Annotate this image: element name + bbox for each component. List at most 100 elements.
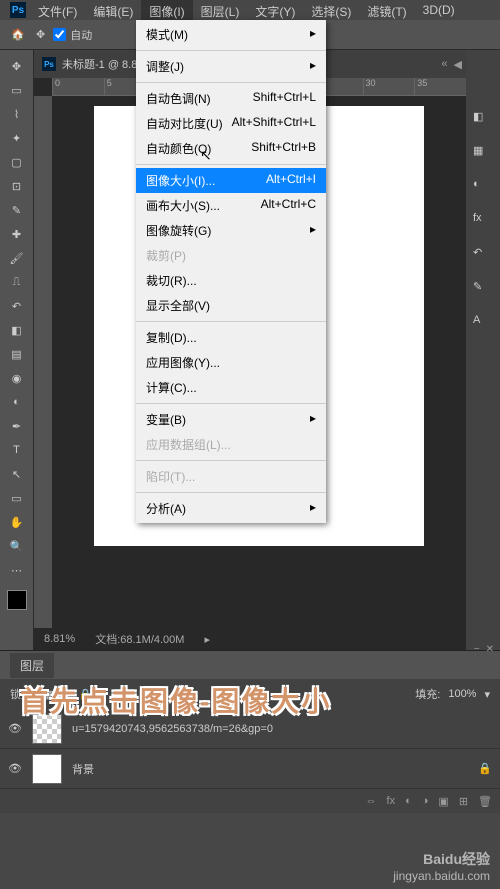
menu-item[interactable]: 自动颜色(O)Shift+Ctrl+B <box>136 136 326 161</box>
menu-image[interactable]: 图像(I) <box>141 0 192 20</box>
tool-brush[interactable]: 🖌 <box>4 247 30 269</box>
panel-color-icon[interactable]: ◧ <box>473 110 493 130</box>
menu-item[interactable]: 自动对比度(U)Alt+Shift+Ctrl+L <box>136 111 326 136</box>
panel-history-icon[interactable]: ↶ <box>473 246 493 266</box>
panel-styles-icon[interactable]: fx <box>473 212 493 232</box>
tool-wand[interactable]: ✦ <box>4 127 30 149</box>
menu-item[interactable]: 自动色调(N)Shift+Ctrl+L <box>136 86 326 111</box>
adjust-icon[interactable]: ◑ <box>422 795 429 807</box>
menu-shortcut: Shift+Ctrl+L <box>253 90 316 107</box>
tool-shape[interactable]: ▭ <box>4 487 30 509</box>
watermark-url: jingyan.baidu.com <box>393 869 490 883</box>
tool-heal[interactable]: ✚ <box>4 223 30 245</box>
tab-layers[interactable]: 图层 <box>10 653 54 678</box>
panel-collapse: « ◀ <box>441 58 462 71</box>
close-icon[interactable]: ✕ <box>486 644 494 655</box>
menu-item[interactable]: 分析(A) <box>136 496 326 521</box>
panel-char-icon[interactable]: A <box>473 314 493 334</box>
color-swatch[interactable] <box>7 590 27 610</box>
menu-item[interactable]: 计算(C)... <box>136 375 326 400</box>
chevron-down-icon[interactable]: ▾ <box>484 688 490 701</box>
zoom-level[interactable]: 8.81% <box>44 633 75 645</box>
image-menu: 模式(M) 调整(J) 自动色调(N)Shift+Ctrl+L自动对比度(U)Alt… <box>136 20 326 523</box>
tool-eraser[interactable]: ◧ <box>4 319 30 341</box>
move-tool-icon[interactable]: ✥ <box>36 28 45 41</box>
menu-item[interactable]: 复制(D)... <box>136 325 326 350</box>
panel-adjust-icon[interactable]: ◐ <box>473 178 493 198</box>
menu-item-label: 图像旋转(G) <box>146 222 211 239</box>
tool-panel: ✥ ▭ ⌇ ✦ ▢ ⊡ ✎ ✚ 🖌 ⎍ ↶ ◧ ▤ ◉ ◐ ✒ T ↖ ▭ ✋ … <box>0 50 34 650</box>
panel-tabs: 图层 <box>0 651 500 679</box>
menu-item[interactable]: 变量(B) <box>136 407 326 432</box>
tool-eyedropper[interactable]: ✎ <box>4 199 30 221</box>
layer-name[interactable]: 背景 <box>72 761 94 777</box>
tool-frame[interactable]: ⊡ <box>4 175 30 197</box>
menu-item[interactable]: 裁切(R)... <box>136 268 326 293</box>
tool-more[interactable]: ⋯ <box>4 559 30 581</box>
tutorial-caption: 首先点击图像-图像大小 <box>20 680 331 720</box>
auto-select-checkbox[interactable]: 自动 <box>53 27 92 43</box>
tool-crop[interactable]: ▢ <box>4 151 30 173</box>
menu-item: 应用数据组(L)... <box>136 432 326 457</box>
panel-swatches-icon[interactable]: ▦ <box>473 144 493 164</box>
chevron-right-icon[interactable]: ▸ <box>204 633 210 646</box>
tool-pen[interactable]: ✒ <box>4 415 30 437</box>
menu-item[interactable]: 画布大小(S)...Alt+Ctrl+C <box>136 193 326 218</box>
menu-type[interactable]: 文字(Y) <box>247 0 303 20</box>
menu-item[interactable]: 图像旋转(G) <box>136 218 326 243</box>
tool-stamp[interactable]: ⎍ <box>4 271 30 293</box>
fx-icon[interactable]: fx <box>387 795 396 807</box>
minimize-icon[interactable]: − <box>474 644 480 655</box>
layers-panel: 图层 锁定: ▦ ✥ 🔒 填充: 100% ▾ 👁 u=1579420743,9… <box>0 650 500 813</box>
menu-item[interactable]: 图像大小(I)...Alt+Ctrl+I <box>136 168 326 193</box>
panel-brushes-icon[interactable]: ✎ <box>473 280 493 300</box>
visibility-icon[interactable]: 👁 <box>8 722 22 735</box>
submenu-arrow-icon <box>310 411 316 428</box>
tool-dodge[interactable]: ◐ <box>4 391 30 413</box>
right-dock: ◧ ▦ ◐ fx ↶ ✎ A <box>466 50 500 650</box>
tool-gradient[interactable]: ▤ <box>4 343 30 365</box>
tool-path[interactable]: ↖ <box>4 463 30 485</box>
tool-zoom[interactable]: 🔍 <box>4 535 30 557</box>
new-layer-icon[interactable]: ⊞ <box>459 795 468 808</box>
tool-hand[interactable]: ✋ <box>4 511 30 533</box>
menu-shortcut: Alt+Shift+Ctrl+L <box>232 115 316 132</box>
ruler-mark: 30 <box>363 78 415 95</box>
ruler-vertical <box>34 96 52 628</box>
mask-icon[interactable]: ◐ <box>405 795 412 807</box>
menu-item[interactable]: 调整(J) <box>136 54 326 79</box>
visibility-icon[interactable]: 👁 <box>8 762 22 775</box>
layer-row[interactable]: 👁 背景 🔒 <box>0 749 500 789</box>
menu-item[interactable]: 显示全部(V) <box>136 293 326 318</box>
menu-item-label: 复制(D)... <box>146 329 197 346</box>
group-icon[interactable]: ▣ <box>438 795 448 808</box>
watermark: Baidu经验 jingyan.baidu.com <box>393 849 490 883</box>
home-icon[interactable]: 🏠 <box>8 25 28 45</box>
tool-type[interactable]: T <box>4 439 30 461</box>
tool-lasso[interactable]: ⌇ <box>4 103 30 125</box>
menu-separator <box>136 164 326 165</box>
menu-filter[interactable]: 滤镜(T) <box>359 0 414 20</box>
menu-layer[interactable]: 图层(L) <box>193 0 248 20</box>
tool-marquee[interactable]: ▭ <box>4 79 30 101</box>
menu-3d[interactable]: 3D(D) <box>415 0 463 20</box>
menu-edit[interactable]: 编辑(E) <box>85 0 141 20</box>
menu-item[interactable]: 模式(M) <box>136 22 326 47</box>
submenu-arrow-icon <box>310 58 316 75</box>
tool-blur[interactable]: ◉ <box>4 367 30 389</box>
collapse-icon[interactable]: « <box>441 58 447 71</box>
menu-select[interactable]: 选择(S) <box>303 0 359 20</box>
link-icon[interactable]: ⇔ <box>366 795 377 807</box>
layer-thumb[interactable] <box>32 754 62 784</box>
tool-move[interactable]: ✥ <box>4 55 30 77</box>
menu-item[interactable]: 应用图像(Y)... <box>136 350 326 375</box>
menu-file[interactable]: 文件(F) <box>30 0 85 20</box>
fill-value[interactable]: 100% <box>448 688 476 700</box>
menu-item-label: 裁剪(P) <box>146 247 186 264</box>
tool-history[interactable]: ↶ <box>4 295 30 317</box>
layer-name[interactable]: u=1579420743,9562563738/m=26&gp=0 <box>72 723 273 735</box>
trash-icon[interactable]: 🗑 <box>478 795 492 808</box>
menu-item-label: 裁切(R)... <box>146 272 197 289</box>
auto-select-input[interactable] <box>53 28 66 41</box>
expand-icon[interactable]: ◀ <box>454 58 462 71</box>
